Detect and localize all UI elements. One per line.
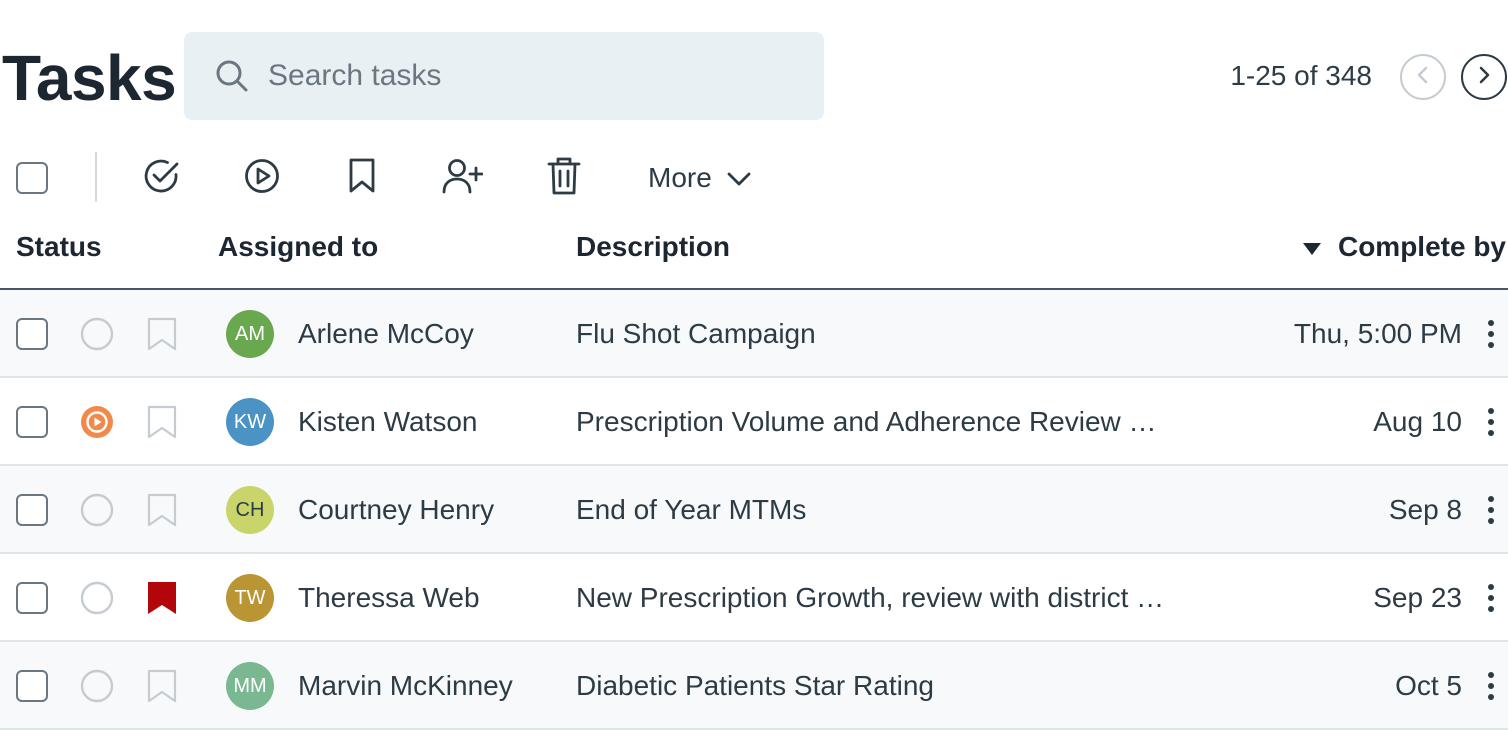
avatar: KW — [226, 398, 274, 446]
assignee-name: Courtney Henry — [298, 494, 495, 525]
complete-check-icon — [143, 157, 181, 200]
row-checkbox[interactable] — [16, 582, 48, 614]
bookmark-outline-icon[interactable] — [146, 405, 178, 439]
task-description[interactable]: Prescription Volume and Adherence Review… — [576, 404, 1166, 440]
status-not-started-icon[interactable] — [80, 581, 114, 615]
bookmark-outline-icon[interactable] — [146, 317, 178, 351]
status-in-progress-icon[interactable] — [80, 405, 114, 439]
column-header-complete-by[interactable]: Complete by — [1302, 230, 1506, 264]
assignee-name: Arlene McCoy — [298, 318, 474, 349]
avatar: CH — [226, 486, 274, 534]
trash-icon — [547, 156, 581, 201]
due-date: Sep 8 — [1388, 494, 1462, 525]
column-header-complete-by-label: Complete by — [1337, 231, 1506, 262]
bookmark-outline-icon[interactable] — [146, 669, 178, 703]
mark-complete-button[interactable] — [137, 154, 187, 202]
chevron-right-icon — [1474, 65, 1494, 90]
status-not-started-icon[interactable] — [80, 669, 114, 703]
due-date: Aug 10 — [1373, 406, 1462, 437]
task-description[interactable]: Diabetic Patients Star Rating — [576, 668, 1166, 704]
user-plus-icon — [441, 157, 484, 200]
delete-button[interactable] — [539, 154, 589, 202]
avatar: AM — [226, 310, 274, 358]
status-not-started-icon[interactable] — [80, 317, 114, 351]
task-row[interactable]: TW Theressa Web New Prescription Growth,… — [0, 554, 1508, 642]
avatar: TW — [226, 574, 274, 622]
task-description[interactable]: New Prescription Growth, review with dis… — [576, 580, 1166, 616]
chevron-down-icon — [726, 162, 752, 194]
row-menu-icon[interactable] — [1480, 580, 1502, 616]
toolbar-divider — [95, 152, 97, 202]
row-checkbox[interactable] — [16, 318, 48, 350]
page-title: Tasks — [2, 42, 177, 114]
assign-user-button[interactable] — [437, 154, 487, 202]
task-list: AM Arlene McCoy Flu Shot Campaign Thu, 5… — [0, 290, 1508, 730]
bookmark-button[interactable] — [337, 154, 387, 202]
row-menu-icon[interactable] — [1480, 492, 1502, 528]
task-row[interactable]: CH Courtney Henry End of Year MTMs Sep 8 — [0, 466, 1508, 554]
row-checkbox[interactable] — [16, 494, 48, 526]
task-description[interactable]: Flu Shot Campaign — [576, 316, 1166, 352]
task-row[interactable]: KW Kisten Watson Prescription Volume and… — [0, 378, 1508, 466]
search-icon — [214, 58, 250, 94]
row-checkbox[interactable] — [16, 406, 48, 438]
sort-descending-icon — [1302, 230, 1322, 264]
assignee-name: Theressa Web — [298, 582, 480, 613]
search-box[interactable] — [184, 32, 824, 120]
start-task-button[interactable] — [237, 154, 287, 202]
row-menu-icon[interactable] — [1480, 668, 1502, 704]
previous-page-button[interactable] — [1400, 54, 1446, 100]
avatar: MM — [226, 662, 274, 710]
due-date: Thu, 5:00 PM — [1293, 318, 1462, 349]
column-header-assigned-to[interactable]: Assigned to — [218, 230, 378, 264]
more-label: More — [648, 162, 712, 193]
row-checkbox[interactable] — [16, 670, 48, 702]
assignee-name: Kisten Watson — [298, 406, 478, 437]
bookmark-filled-icon[interactable] — [146, 581, 178, 615]
task-description[interactable]: End of Year MTMs — [576, 492, 1166, 528]
column-header-status[interactable]: Status — [16, 230, 102, 264]
row-menu-icon[interactable] — [1480, 404, 1502, 440]
status-not-started-icon[interactable] — [80, 493, 114, 527]
play-icon — [243, 157, 281, 200]
due-date: Oct 5 — [1395, 670, 1462, 701]
more-menu-button[interactable]: More — [648, 154, 752, 202]
select-all-checkbox[interactable] — [16, 162, 48, 194]
search-input[interactable] — [268, 32, 808, 120]
task-row[interactable]: AM Arlene McCoy Flu Shot Campaign Thu, 5… — [0, 290, 1508, 378]
assignee-name: Marvin McKinney — [298, 670, 513, 701]
next-page-button[interactable] — [1461, 54, 1507, 100]
task-row[interactable]: MM Marvin McKinney Diabetic Patients Sta… — [0, 642, 1508, 730]
bookmark-icon — [346, 157, 378, 200]
column-header-description[interactable]: Description — [576, 230, 730, 264]
row-menu-icon[interactable] — [1480, 316, 1502, 352]
due-date: Sep 23 — [1373, 582, 1462, 613]
pagination-text: 1-25 of 348 — [1230, 60, 1372, 91]
chevron-left-icon — [1413, 65, 1433, 90]
bookmark-outline-icon[interactable] — [146, 493, 178, 527]
